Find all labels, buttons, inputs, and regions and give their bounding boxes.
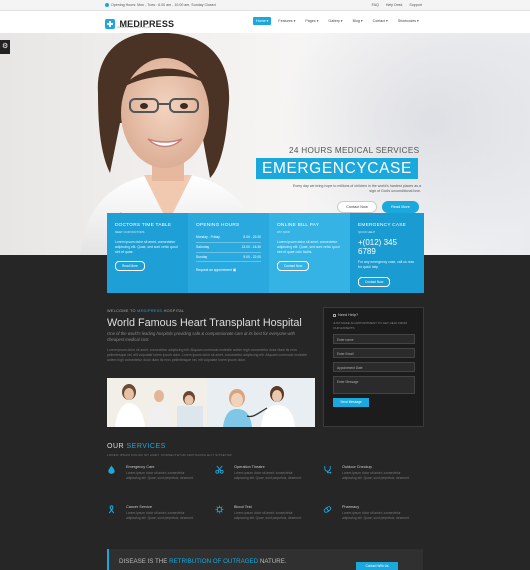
services-subtitle: LOREM IPSUM DOLOR SIT AMET, CONSECTETUR … xyxy=(107,453,232,457)
service-title: Blood Test xyxy=(234,505,252,509)
ribbon-icon xyxy=(108,505,115,514)
timetable-sub: MEET OUR DOCTORS xyxy=(115,230,145,234)
pill-icon xyxy=(323,506,332,513)
opening-hours-box: OPENING HOURS Monday - Friday 8.00 - 22.0… xyxy=(188,213,269,293)
welcome-photo xyxy=(107,378,315,427)
main-nav: Home ▾ Features ▾ Pages ▾ Gallery ▾ Blog… xyxy=(253,17,425,25)
stethoscope-icon xyxy=(324,465,332,474)
emergency-contact-button[interactable]: Contact Now xyxy=(358,276,391,287)
hero-text: Every day we bring hope to millions of c… xyxy=(292,184,421,194)
service-title: Operation Theatre xyxy=(234,465,265,469)
service-title: Cancer Service xyxy=(126,505,152,509)
top-bar: Opening Hours: Mon - Tues : 6.00 am - 10… xyxy=(0,0,530,11)
nav-gallery[interactable]: Gallery ▾ xyxy=(325,17,345,25)
welcome-body: Lorem ipsum dolor sit amet, consectetur … xyxy=(107,348,307,362)
timetable-text: Lorem ipsum dolor sit amet, consectetur … xyxy=(115,240,178,254)
bill-contact-button[interactable]: Contact Now xyxy=(277,261,310,272)
nav-contact[interactable]: Contact ▾ xyxy=(370,17,391,25)
emergency-sub: QUICK HELP xyxy=(358,230,375,234)
bill-sub: PAY NOW xyxy=(277,230,290,234)
logo-tagline: medical & health care template xyxy=(117,26,152,29)
timetable-read-more-button[interactable]: Read More xyxy=(115,261,145,272)
drop-icon xyxy=(108,465,115,474)
doctors-children-photo xyxy=(107,378,315,427)
clock-icon xyxy=(105,3,109,7)
welcome-lead: One of the world's leading hospitals pro… xyxy=(107,331,295,342)
bill-text: Lorem ipsum dolor sit amet, consectetur … xyxy=(277,240,340,254)
email-input[interactable]: Enter Email xyxy=(333,348,415,358)
hours-title: OPENING HOURS xyxy=(196,223,240,228)
hours-row: Monday - Friday 8.00 - 22.00 xyxy=(196,233,261,243)
timetable-title: DOCTORS TIME TABLE xyxy=(115,223,172,228)
service-text: Lorem ipsum dolor sit amet, consectetur … xyxy=(126,471,194,480)
emergency-phone: +(012) 345 6789 xyxy=(358,238,397,256)
appointment-link[interactable]: Request an appointment ▣ xyxy=(196,268,261,272)
hours-row: Sunday 9.00 - 22.00 xyxy=(196,253,261,263)
quote-banner: DISEASE IS THE RETRIBUTION OF OUTRAGED N… xyxy=(107,549,423,570)
contact-with-us-button[interactable]: Contact With Us xyxy=(356,562,398,570)
faq-link[interactable]: FAQ xyxy=(372,3,379,7)
help-checkbox[interactable] xyxy=(333,313,336,317)
form-heading: Need Help? xyxy=(333,313,414,317)
bill-title: ONLINE BILL PAY xyxy=(277,223,320,228)
send-message-button[interactable]: Send Message xyxy=(333,398,369,407)
emergency-title: EMERGENCY CASE xyxy=(358,223,407,228)
name-input[interactable]: Enter name xyxy=(333,334,415,344)
service-title: Pharmacy xyxy=(342,505,360,509)
calendar-icon: ▣ xyxy=(232,268,236,273)
bill-pay-box: ONLINE BILL PAY PAY NOW Lorem ipsum dolo… xyxy=(269,213,350,293)
timetable-box: DOCTORS TIME TABLE MEET OUR DOCTORS Lore… xyxy=(107,213,188,293)
hero-title: EMERGENCYCASE xyxy=(256,158,418,179)
settings-tab[interactable]: ⚙ xyxy=(0,40,10,54)
hours-table: Monday - Friday 8.00 - 22.00 Saturday 13.0… xyxy=(196,233,261,263)
gear-icon: ⚙ xyxy=(2,43,9,50)
service-text: Lorem ipsum dolor sit amet, consectetur … xyxy=(126,511,194,520)
contact-now-button[interactable]: Contact Now xyxy=(337,201,377,213)
support-link[interactable]: Support xyxy=(409,3,422,7)
nav-pages[interactable]: Pages ▾ xyxy=(302,17,321,25)
top-links: FAQ Help Desk Support xyxy=(366,3,422,7)
welcome-title: World Famous Heart Transplant Hospital xyxy=(107,317,302,329)
appointment-form: Need Help? JUST MAKE AN APPOINTMENT TO G… xyxy=(323,307,424,427)
banner-text: DISEASE IS THE RETRIBUTION OF OUTRAGED N… xyxy=(119,558,287,565)
logo[interactable]: MEDIPRESS medical & health care template xyxy=(105,15,174,33)
site-header: MEDIPRESS medical & health care template… xyxy=(0,11,530,33)
opening-hours: Opening Hours: Mon - Tues : 6.00 am - 10… xyxy=(105,3,216,7)
welcome-kicker: WELCOME TO MEDIPRESS HOSPITAL xyxy=(107,309,185,313)
service-text: Lorem ipsum dolor sit amet, consectetur … xyxy=(234,471,302,480)
hero-subtitle: 24 HOURS MEDICAL SERVICES xyxy=(289,146,420,155)
message-textarea[interactable]: Enter Message xyxy=(333,376,415,394)
service-text: Lorem ipsum dolor sit amet, consectetur … xyxy=(342,471,410,480)
hours-row: Saturday 13.00 - 16.30 xyxy=(196,243,261,253)
service-title: Emergency Care xyxy=(126,465,155,469)
date-input[interactable]: Appointment Date xyxy=(333,362,415,372)
nav-home[interactable]: Home ▾ xyxy=(253,17,272,25)
read-more-button[interactable]: Read More xyxy=(382,201,419,213)
service-text: Lorem ipsum dolor sit amet, consectetur … xyxy=(342,511,410,520)
medical-cross-icon xyxy=(105,18,115,29)
emergency-text: For any emergency case, call us now for … xyxy=(358,260,414,269)
scissors-icon xyxy=(215,465,224,474)
emergency-box: EMERGENCY CASE QUICK HELP +(012) 345 678… xyxy=(350,213,424,293)
nav-shortcodes[interactable]: Shortcodes ▾ xyxy=(395,17,422,25)
form-subtitle: JUST MAKE AN APPOINTMENT TO GET HELP FRO… xyxy=(333,321,408,330)
service-title: Outdoor Checkup xyxy=(342,465,372,469)
help-desk-link[interactable]: Help Desk xyxy=(386,3,403,7)
nav-blog[interactable]: Blog ▾ xyxy=(350,17,366,25)
nav-features[interactable]: Features ▾ xyxy=(275,17,298,25)
service-text: Lorem ipsum dolor sit amet, consectetur … xyxy=(234,511,302,520)
services-title: OUR SERVICES xyxy=(107,443,166,450)
virus-icon xyxy=(215,505,224,514)
